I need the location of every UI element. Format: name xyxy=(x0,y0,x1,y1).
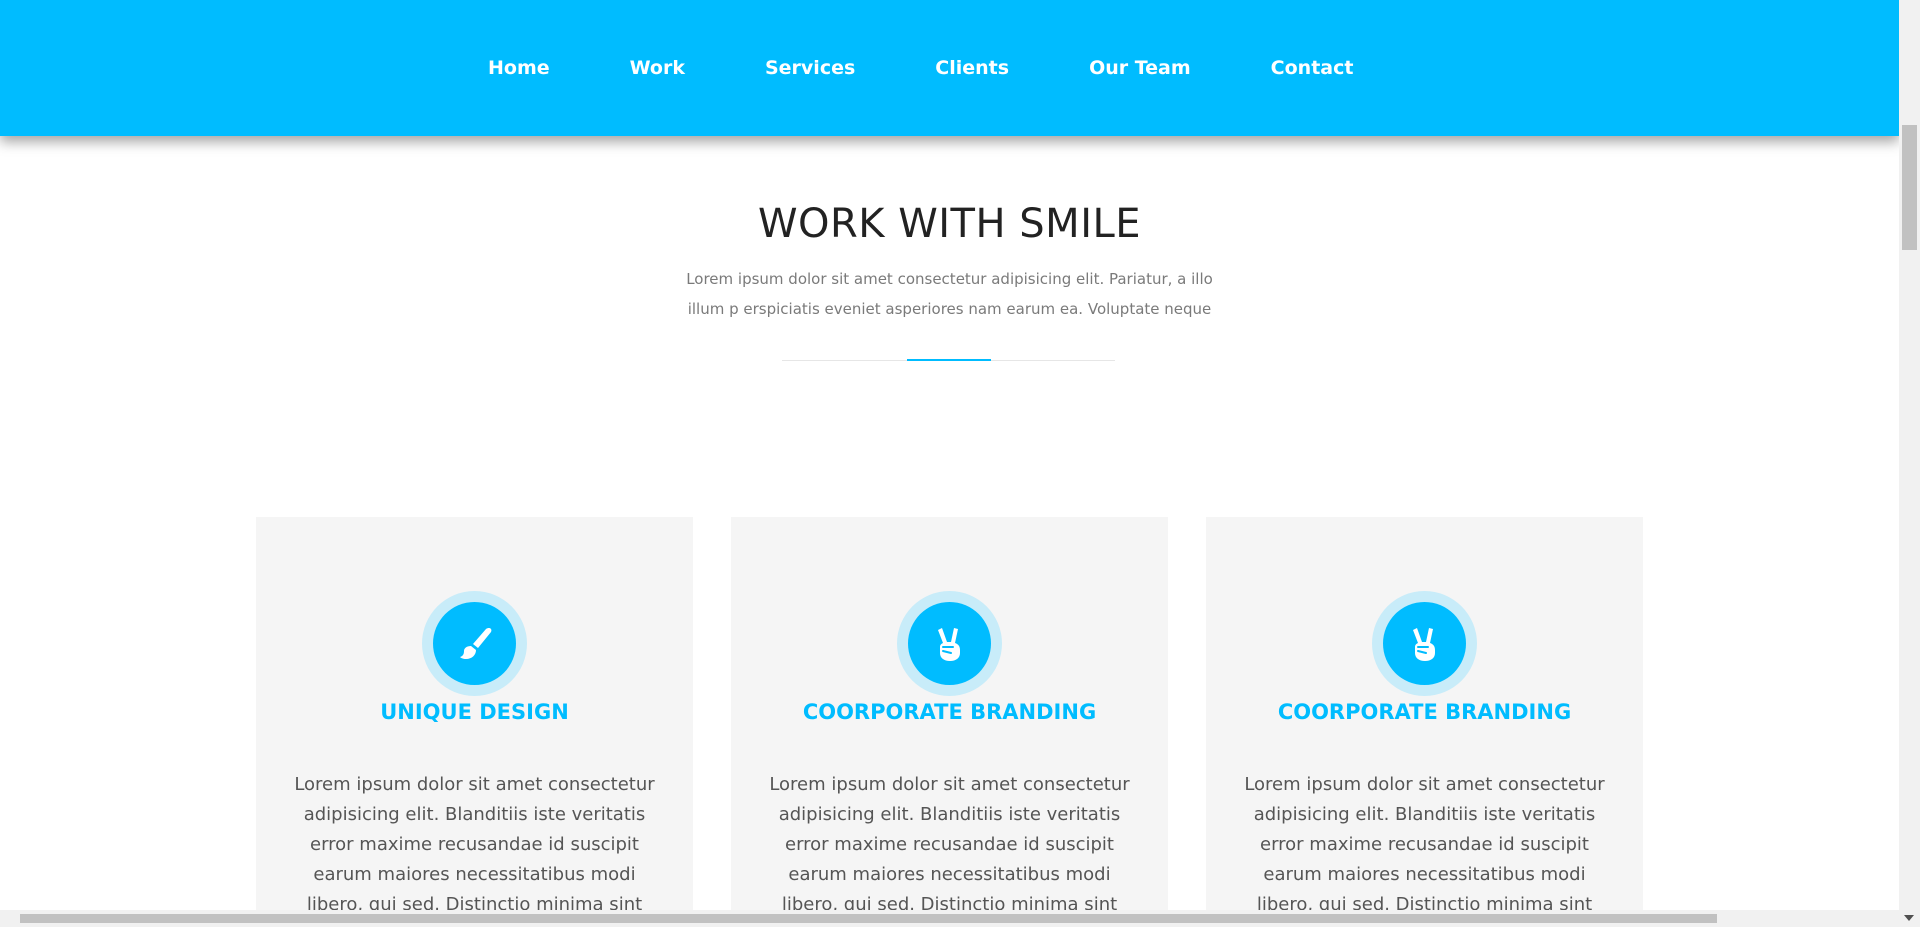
horizontal-scrollbar-thumb[interactable] xyxy=(20,914,1717,923)
peace-hand-icon xyxy=(1412,627,1435,661)
icon-badge xyxy=(1383,602,1466,685)
icon-badge xyxy=(908,602,991,685)
card-title: COORPORATE BRANDING xyxy=(1277,700,1572,724)
section-title: WORK WITH SMILE xyxy=(757,201,1142,247)
service-card-corporate-branding-2: COORPORATE BRANDING Lorem ipsum dolor si… xyxy=(1206,517,1643,910)
nav-menu: Home Work Services Clients Our Team Cont… xyxy=(488,56,1353,80)
nav-item-home[interactable]: Home xyxy=(488,56,550,80)
scroll-down-arrow-icon[interactable] xyxy=(1904,915,1914,921)
nav-item-contact[interactable]: Contact xyxy=(1271,56,1354,80)
section-divider xyxy=(782,359,1115,361)
section-subtitle: Lorem ipsum dolor sit amet consectetur a… xyxy=(686,270,1213,318)
nav-item-our-team[interactable]: Our Team xyxy=(1089,56,1191,80)
horizontal-scrollbar[interactable] xyxy=(0,910,1899,927)
icon-badge xyxy=(433,602,516,685)
service-card-unique-design: UNIQUE DESIGN Lorem ipsum dolor sit amet… xyxy=(256,517,693,910)
icon-ring xyxy=(1372,591,1477,696)
card-text: Lorem ipsum dolor sit amet consectetur a… xyxy=(769,774,1130,910)
card-text: Lorem ipsum dolor sit amet consectetur a… xyxy=(294,774,655,910)
service-card-corporate-branding: COORPORATE BRANDING Lorem ipsum dolor si… xyxy=(731,517,1168,910)
card-title: UNIQUE DESIGN xyxy=(380,700,569,724)
icon-ring xyxy=(897,591,1002,696)
nav-item-clients[interactable]: Clients xyxy=(935,56,1009,80)
vertical-scrollbar-thumb[interactable] xyxy=(1902,125,1917,250)
top-navbar: Home Work Services Clients Our Team Cont… xyxy=(0,0,1899,136)
card-text: Lorem ipsum dolor sit amet consectetur a… xyxy=(1244,774,1605,910)
divider-accent xyxy=(907,359,991,361)
nav-item-services[interactable]: Services xyxy=(765,56,855,80)
browser-viewport: Home Work Services Clients Our Team Cont… xyxy=(0,0,1920,927)
section-header: WORK WITH SMILE Lorem ipsum dolor sit am… xyxy=(0,196,1899,324)
page-content: Home Work Services Clients Our Team Cont… xyxy=(0,0,1899,910)
paintbrush-icon xyxy=(459,627,491,659)
card-title: COORPORATE BRANDING xyxy=(802,700,1097,724)
peace-hand-icon xyxy=(937,627,960,661)
icon-ring xyxy=(422,591,527,696)
vertical-scrollbar[interactable] xyxy=(1899,0,1920,927)
nav-item-work[interactable]: Work xyxy=(630,56,685,80)
